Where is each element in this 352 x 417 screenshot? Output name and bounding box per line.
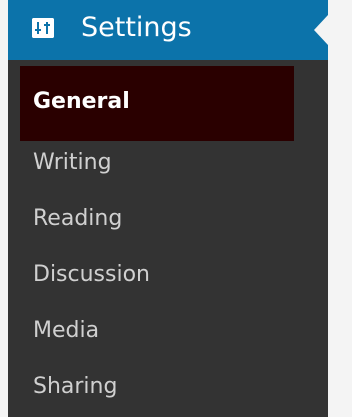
settings-sliders-icon <box>32 18 54 38</box>
submenu-item-label: Media <box>33 318 100 343</box>
page: Settings General Writing Reading Discuss… <box>0 0 352 417</box>
submenu-item-label: Discussion <box>33 262 150 287</box>
submenu-item-label: Sharing <box>33 374 118 399</box>
submenu-item-reading[interactable]: Reading <box>8 197 328 253</box>
submenu-item-discussion[interactable]: Discussion <box>8 253 328 309</box>
submenu-item-label: General <box>33 89 130 114</box>
submenu-item-writing[interactable]: Writing <box>8 141 328 197</box>
submenu-item-media[interactable]: Media <box>8 309 328 365</box>
admin-sidebar-menu: Settings General Writing Reading Discuss… <box>8 0 328 417</box>
settings-menu-title: Settings <box>81 12 192 43</box>
settings-submenu: General Writing Reading Discussion Media… <box>8 66 328 417</box>
submenu-item-sharing[interactable]: Sharing <box>8 365 328 417</box>
settings-menu-header[interactable]: Settings <box>8 0 328 60</box>
submenu-item-general[interactable]: General <box>8 66 328 141</box>
submenu-item-label: Reading <box>33 206 123 231</box>
submenu-item-label: Writing <box>33 150 112 175</box>
current-menu-pointer <box>314 15 328 45</box>
